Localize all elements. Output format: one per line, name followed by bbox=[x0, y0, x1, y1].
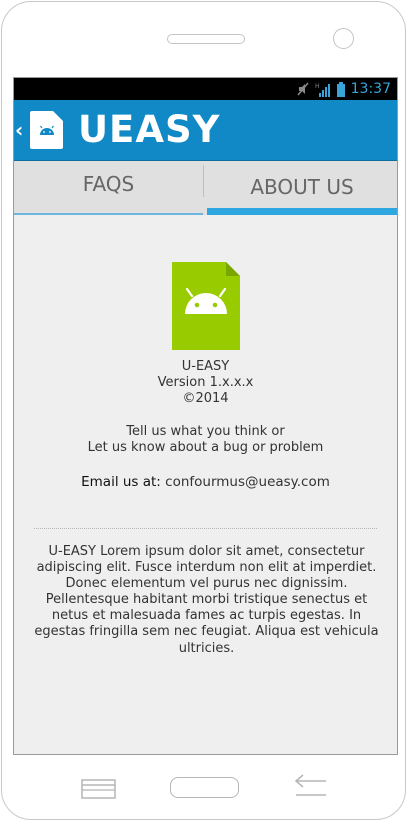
back-arrow-icon[interactable] bbox=[293, 773, 328, 799]
signal-icon: H bbox=[315, 83, 330, 97]
app-bar: ‹ UEASY bbox=[14, 100, 397, 161]
tab-about-us-label: ABOUT US bbox=[250, 175, 354, 199]
app-name: U-EASY bbox=[181, 359, 230, 374]
app-title: UEASY bbox=[78, 108, 221, 151]
status-time: 13:37 bbox=[350, 81, 391, 97]
email-link[interactable]: confourmus@ueasy.com bbox=[165, 474, 330, 490]
chevron-left-icon[interactable]: ‹ bbox=[15, 120, 23, 140]
feedback-text-line2: Let us know about a bug or problem bbox=[87, 440, 324, 455]
mute-icon bbox=[297, 82, 309, 96]
copyright: ©2014 bbox=[182, 391, 229, 406]
battery-icon bbox=[336, 81, 345, 97]
tab-bar: FAQS ABOUT US bbox=[14, 161, 397, 215]
menu-icon[interactable] bbox=[81, 779, 116, 799]
front-camera bbox=[333, 28, 354, 49]
email-label: Email us at: bbox=[81, 474, 161, 490]
tab-about-us[interactable]: ABOUT US bbox=[207, 161, 397, 215]
android-app-icon[interactable] bbox=[30, 111, 63, 149]
screen: H 13:37 ‹ UEASY FAQS ABOUT US U-EASY Ver… bbox=[13, 77, 398, 755]
tab-divider bbox=[203, 165, 204, 197]
status-bar: H 13:37 bbox=[14, 78, 397, 100]
android-app-icon bbox=[172, 262, 240, 350]
app-version: Version 1.x.x.x bbox=[157, 375, 254, 390]
tab-faqs-label: FAQS bbox=[82, 172, 135, 196]
home-button[interactable] bbox=[170, 777, 239, 798]
svg-text:H: H bbox=[315, 83, 320, 90]
tab-selected-indicator bbox=[207, 208, 397, 215]
status-icons: H 13:37 bbox=[297, 80, 391, 98]
phone-frame: H 13:37 ‹ UEASY FAQS ABOUT US U-EASY Ver… bbox=[1, 1, 406, 820]
tab-faqs-underline bbox=[14, 213, 203, 215]
about-description: U-EASY Lorem ipsum dolor sit amet, conse… bbox=[34, 544, 379, 656]
dotted-divider bbox=[34, 528, 377, 529]
feedback-text-line1: Tell us what you think or bbox=[126, 424, 285, 439]
tab-faqs[interactable]: FAQS bbox=[14, 161, 203, 215]
email-line: Email us at: confourmus@ueasy.com bbox=[14, 474, 397, 490]
speaker-grille bbox=[167, 34, 245, 44]
